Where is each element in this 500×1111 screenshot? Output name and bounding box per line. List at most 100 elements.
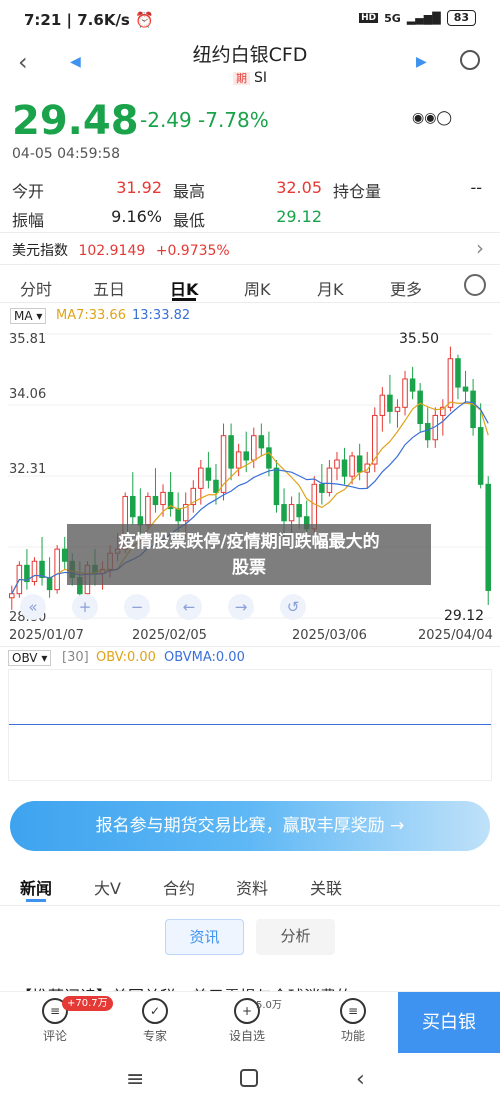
ma-other-legend: 13:33.82 xyxy=(132,308,191,323)
tab-active-indicator xyxy=(172,298,196,301)
candle xyxy=(402,378,408,408)
comment-badge: +70.7万 xyxy=(62,996,113,1011)
candle xyxy=(311,483,318,530)
ma7-legend: MA7:33.66 xyxy=(56,308,126,323)
status-right: HD 5G ▂▄▆█ 83 xyxy=(359,10,476,26)
candle xyxy=(273,467,280,506)
chevron-right-icon[interactable]: › xyxy=(476,236,484,260)
candle xyxy=(160,491,166,506)
amp-value: 9.16% xyxy=(111,207,162,226)
candle xyxy=(205,467,212,481)
y-tick: 32.31 xyxy=(9,462,47,477)
tab-daily-k[interactable]: 日K xyxy=(170,276,198,300)
divider xyxy=(0,264,500,265)
battery-icon: 83 xyxy=(446,10,476,26)
candle xyxy=(39,560,45,578)
subtab-info[interactable]: 资讯 xyxy=(165,919,244,955)
candle xyxy=(334,459,340,469)
tab-contract[interactable]: 合约 xyxy=(163,875,195,899)
candle xyxy=(485,483,491,591)
candle xyxy=(341,459,348,477)
candle xyxy=(409,378,416,392)
x-date: 2025/04/04 xyxy=(418,628,493,643)
low-label: 最低 xyxy=(173,211,206,230)
futures-tag: 期 xyxy=(232,72,250,85)
usd-index-row[interactable]: 美元指数 102.9149 +0.9735% xyxy=(12,240,230,260)
menu-icon[interactable]: ≡ xyxy=(126,1067,144,1092)
x-date: 2025/01/07 xyxy=(9,628,84,643)
candle xyxy=(296,504,302,518)
candle xyxy=(243,451,249,461)
amp-label: 振幅 xyxy=(12,211,45,230)
candle xyxy=(281,504,287,522)
scroll-right-icon[interactable]: → xyxy=(228,594,254,620)
symbol-code: SI xyxy=(253,70,267,86)
expert-button[interactable]: ✓ 专家 xyxy=(125,998,185,1044)
obv-value: OBV:0.00 xyxy=(96,650,156,665)
candle xyxy=(251,435,257,461)
functions-button[interactable]: ≡ 功能 xyxy=(323,998,383,1044)
obv-select[interactable]: OBV ▾ xyxy=(8,650,52,666)
zoom-in-icon[interactable]: + xyxy=(72,594,98,620)
open-value: 31.92 xyxy=(116,178,162,197)
hd-icon: HD xyxy=(359,13,379,23)
usd-index-value: 102.9149 xyxy=(78,243,146,259)
signal-icon: ▂▄▆█ xyxy=(406,11,441,25)
candle xyxy=(447,358,454,408)
oi-label: 持仓量 xyxy=(333,182,382,201)
oi-value: -- xyxy=(470,178,482,197)
subtab-analysis[interactable]: 分析 xyxy=(256,919,335,955)
candle xyxy=(470,390,476,429)
high-label: 最高 xyxy=(173,182,206,201)
y-tick: 35.81 xyxy=(9,332,47,347)
functions-icon: ≡ xyxy=(340,998,366,1024)
tab-five-day[interactable]: 五日 xyxy=(93,276,125,300)
rewind-icon[interactable]: « xyxy=(20,594,46,620)
avatars-icon[interactable]: ◉◉◯ xyxy=(412,110,452,126)
candle xyxy=(266,447,272,469)
next-arrow-icon[interactable]: ▶ xyxy=(416,54,427,70)
candle xyxy=(394,406,401,412)
high-price-label: 35.50 xyxy=(399,331,440,347)
high-value: 32.05 xyxy=(276,178,322,197)
divider xyxy=(0,232,500,233)
divider xyxy=(0,905,500,906)
tab-timeshare[interactable]: 分时 xyxy=(20,276,52,300)
tab-related[interactable]: 关联 xyxy=(310,875,342,899)
divider xyxy=(0,302,500,303)
period-tabs: 分时 五日 日K 周K 月K 更多 xyxy=(0,270,500,302)
reset-icon[interactable]: ↺ xyxy=(280,594,306,620)
candle xyxy=(387,394,393,412)
search-icon[interactable] xyxy=(460,50,480,70)
candle xyxy=(228,435,234,469)
tab-news[interactable]: 新闻 xyxy=(20,875,52,899)
tab-more[interactable]: 更多 xyxy=(390,276,422,300)
home-icon[interactable] xyxy=(240,1069,258,1087)
candle xyxy=(462,386,469,392)
system-nav: ≡ ‹ xyxy=(0,1053,500,1111)
candle xyxy=(213,479,219,493)
back-nav-icon[interactable]: ‹ xyxy=(356,1067,365,1092)
tab-weekly-k[interactable]: 周K xyxy=(244,276,271,300)
last-price: 29.48 xyxy=(12,98,139,144)
settings-icon[interactable] xyxy=(464,274,486,296)
y-tick: 34.06 xyxy=(9,387,47,402)
low-price-label: 29.12 xyxy=(444,608,485,624)
indicator-select[interactable]: MA ▾ xyxy=(10,308,47,324)
candle xyxy=(54,548,60,591)
watchlist-count: 5.0万 xyxy=(256,1000,282,1011)
competition-banner[interactable]: 报名参与期货交易比赛，赢取丰厚奖励 → xyxy=(10,801,490,851)
candle xyxy=(424,423,431,441)
obv-line xyxy=(9,724,491,725)
scroll-left-icon[interactable]: ← xyxy=(176,594,202,620)
candle xyxy=(356,455,363,473)
candle xyxy=(349,455,355,477)
tab-profile[interactable]: 资料 xyxy=(236,875,268,899)
overlay-line2: 股票 xyxy=(232,558,266,578)
buy-silver-button[interactable]: 买白银 xyxy=(398,992,500,1054)
tab-monthly-k[interactable]: 月K xyxy=(317,276,344,300)
tab-big-v[interactable]: 大V xyxy=(94,875,121,899)
quote-timestamp: 04-05 04:59:58 xyxy=(12,146,121,162)
zoom-out-icon[interactable]: − xyxy=(124,594,150,620)
page-subtitle: 期 SI xyxy=(0,70,500,86)
